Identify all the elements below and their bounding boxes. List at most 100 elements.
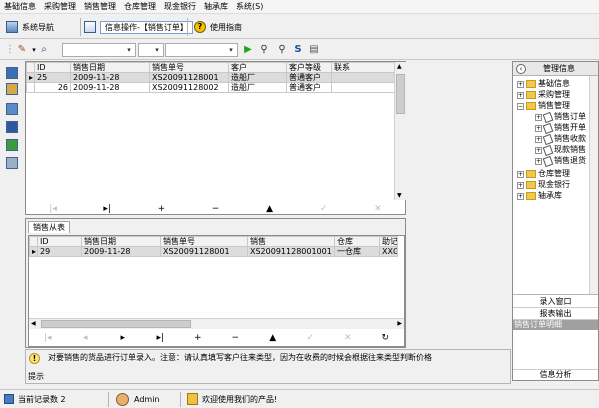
collapse-node-icon[interactable]: − (517, 102, 524, 110)
menu-system[interactable]: 系统(S) (232, 0, 267, 14)
col-id[interactable]: ID (34, 62, 71, 73)
tree-vscrollbar[interactable] (589, 76, 598, 294)
cell[interactable]: XS20091128002 (149, 82, 229, 93)
search-icon[interactable]: ⚲ (276, 44, 288, 56)
expand-icon[interactable]: + (535, 124, 542, 132)
expand-icon[interactable]: + (535, 157, 542, 165)
collapse-icon[interactable]: ‹ (516, 63, 526, 74)
tree-node-basic-info[interactable]: + 基础信息 (517, 79, 570, 89)
info-tab[interactable]: 信息操作-【销售订单】 (84, 18, 193, 36)
cell[interactable]: 2009-11-28 (70, 82, 150, 93)
first-record-icon[interactable]: |◂ (41, 333, 55, 343)
report-output-item[interactable]: 报表输出 (513, 309, 598, 320)
cell[interactable]: 造船厂 (228, 82, 287, 93)
scroll-down-icon[interactable]: ▼ (397, 192, 402, 199)
col-order-no[interactable]: 销售单号 (160, 236, 248, 247)
tree-node-cash-bank[interactable]: + 现金银行 (517, 180, 570, 190)
expand-icon[interactable]: + (517, 192, 524, 200)
table-row[interactable]: ▸ 25 2009-11-28 XS20091128001 造船厂 普通客户 (26, 72, 395, 83)
expand-icon[interactable]: + (535, 146, 542, 154)
expand-icon[interactable]: + (535, 113, 542, 121)
sales-order-detail-item[interactable]: 销售订单明细 (513, 320, 598, 330)
book-icon[interactable] (6, 121, 18, 133)
cell[interactable]: 一仓库 (334, 246, 380, 257)
cancel-icon[interactable]: ✕ (371, 204, 385, 214)
col-customer[interactable]: 客户 (228, 62, 287, 73)
system-nav-button[interactable]: 系统导航 (6, 18, 54, 36)
master-vscrollbar[interactable]: ▲ ▼ (394, 62, 406, 200)
cell[interactable]: 2009-11-28 (70, 72, 150, 83)
cell[interactable]: 造船厂 (228, 72, 287, 83)
cell[interactable]: XS20091128001 (160, 246, 248, 257)
col-mnemonic[interactable]: 助记 (379, 236, 398, 247)
pencil-icon[interactable]: ✎ (16, 44, 28, 56)
cell[interactable]: XS20091128001001 (247, 246, 335, 257)
col-customer-level[interactable]: 客户等级 (286, 62, 332, 73)
expand-icon[interactable]: + (517, 91, 524, 99)
cell[interactable] (331, 82, 395, 93)
edit-icon[interactable]: ▲ (266, 333, 280, 343)
entry-window-item[interactable]: 录入窗口 (513, 297, 598, 308)
value-combo[interactable]: ▾ (165, 43, 238, 57)
cell[interactable]: 29 (37, 246, 82, 257)
add-icon[interactable]: + (154, 204, 168, 214)
list-icon[interactable] (6, 67, 18, 79)
refresh-icon[interactable]: ↻ (378, 333, 392, 343)
edit-icon[interactable]: ▲ (263, 204, 277, 214)
cell[interactable]: 2009-11-28 (81, 246, 161, 257)
table-row[interactable]: 26 2009-11-28 XS20091128002 造船厂 普通客户 (26, 82, 395, 93)
sort-icon[interactable]: S (292, 44, 304, 56)
col-date[interactable]: 销售日期 (70, 62, 150, 73)
menu-bearing-lib[interactable]: 轴承库 (200, 0, 232, 14)
tree-node-sales-return[interactable]: + 销售退货 (535, 155, 586, 167)
help-button[interactable]: ? 使用指南 (194, 18, 242, 36)
play-icon[interactable]: ▶ (242, 44, 254, 56)
detail-tab[interactable]: 销售从表 (28, 221, 70, 233)
menu-cash-bank[interactable]: 现金银行 (160, 0, 200, 14)
cell[interactable] (331, 72, 395, 83)
print-icon[interactable]: ▤ (308, 44, 320, 56)
chart-icon[interactable] (6, 139, 18, 151)
scroll-left-icon[interactable]: ◀ (31, 320, 36, 327)
expand-icon[interactable]: + (517, 80, 524, 88)
cell[interactable]: 25 (34, 72, 71, 83)
last-record-icon[interactable]: ▸| (100, 204, 114, 214)
tree-node-sales-invoice[interactable]: + 销售开单 (535, 122, 586, 134)
expand-icon[interactable]: + (517, 170, 524, 178)
post-icon[interactable]: ✓ (303, 333, 317, 343)
scroll-thumb[interactable] (396, 74, 405, 114)
expand-icon[interactable]: + (517, 181, 524, 189)
cell[interactable]: 普通客户 (286, 72, 332, 83)
delete-icon[interactable]: − (228, 333, 242, 343)
next-record-icon[interactable]: ▸ (116, 333, 130, 343)
tree-node-sales-order[interactable]: + 销售订单 (535, 111, 586, 123)
operator-combo[interactable]: ▾ (138, 43, 164, 57)
scroll-thumb[interactable] (41, 320, 191, 328)
post-icon[interactable]: ✓ (317, 204, 331, 214)
cell[interactable]: XXG (379, 246, 398, 257)
col-id[interactable]: ID (37, 236, 82, 247)
tree-node-cash-sales[interactable]: + 现款销售 (535, 144, 586, 156)
document-icon[interactable] (6, 103, 18, 115)
col-contact[interactable]: 联系 (331, 62, 395, 73)
scroll-up-icon[interactable]: ▲ (397, 63, 402, 70)
table-icon[interactable] (6, 157, 18, 169)
menu-warehouse[interactable]: 仓库管理 (120, 0, 160, 14)
prev-record-icon[interactable]: ◂ (78, 333, 92, 343)
scroll-right-icon[interactable]: ▶ (397, 320, 402, 327)
expand-icon[interactable]: + (535, 135, 542, 143)
menu-sales[interactable]: 销售管理 (80, 0, 120, 14)
delete-icon[interactable]: − (208, 204, 222, 214)
tree-node-bearing-lib[interactable]: + 轴承库 (517, 191, 562, 201)
last-record-icon[interactable]: ▸| (153, 333, 167, 343)
user-edit-icon[interactable] (6, 83, 18, 95)
tree-node-warehouse[interactable]: + 仓库管理 (517, 169, 570, 179)
menu-basic-info[interactable]: 基础信息 (0, 0, 40, 14)
cell[interactable]: 26 (34, 82, 71, 93)
col-date[interactable]: 销售日期 (81, 236, 161, 247)
table-row[interactable]: ▸ 29 2009-11-28 XS20091128001 XS20091128… (29, 246, 398, 257)
col-order-no[interactable]: 销售单号 (149, 62, 229, 73)
cell[interactable]: 普通客户 (286, 82, 332, 93)
search-users-icon[interactable]: ⚲ (258, 44, 270, 56)
tree-node-sales-receipt[interactable]: + 销售收款 (535, 133, 586, 145)
